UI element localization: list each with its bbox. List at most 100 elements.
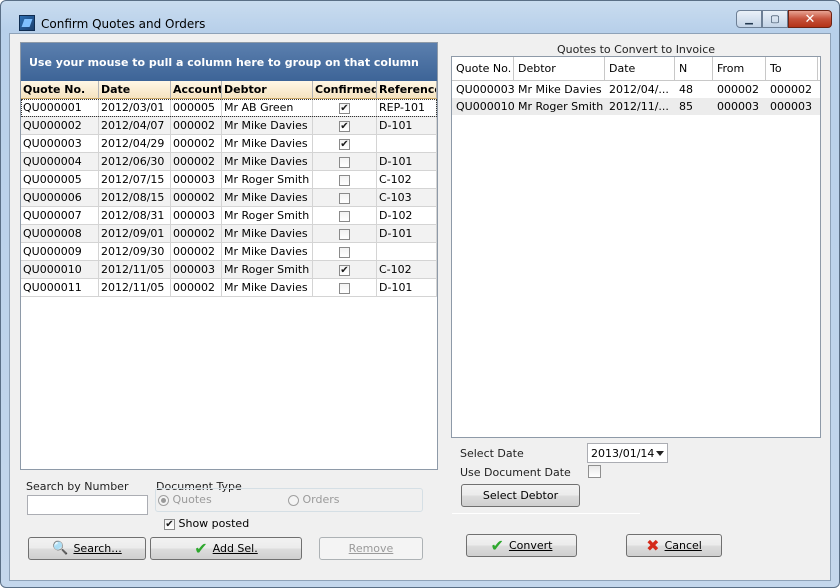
- maximize-button[interactable]: ▢: [762, 10, 788, 28]
- checkmark-icon: ✔: [194, 539, 208, 558]
- confirmed-checkbox[interactable]: [339, 210, 350, 222]
- confirmed-checkbox[interactable]: ✔: [339, 264, 350, 276]
- rcol-from[interactable]: From: [713, 57, 766, 80]
- list-item[interactable]: QU000010 Mr Roger Smith 2012/11/... 85 00000…: [452, 98, 820, 115]
- table-row[interactable]: QU000002 2012/04/07 000002 Mr Mike Davies ✔ D…: [21, 117, 437, 135]
- show-posted-checkbox[interactable]: ✔: [164, 518, 175, 530]
- option-quotes[interactable]: Quotes: [158, 493, 212, 506]
- table-row[interactable]: QU000006 2012/08/15 000002 Mr Mike Davies C-…: [21, 189, 437, 207]
- list-item[interactable]: QU000003 Mr Mike Davies 2012/04/... 48 00000…: [452, 81, 820, 98]
- cell-confirmed[interactable]: [313, 207, 377, 224]
- remove-button[interactable]: Remove: [319, 537, 423, 560]
- col-quote-no[interactable]: Quote No.: [21, 81, 99, 98]
- cell-quote-no: QU000001: [21, 99, 99, 116]
- confirmed-checkbox[interactable]: ✔: [339, 120, 350, 132]
- cell-account: 000002: [171, 153, 222, 170]
- table-row[interactable]: QU000011 2012/11/05 000002 Mr Mike Davies D-…: [21, 279, 437, 297]
- add-selected-button[interactable]: ✔ Add Sel.: [150, 537, 302, 560]
- cell-date: 2012/07/15: [99, 171, 171, 188]
- table-row[interactable]: QU000009 2012/09/30 000002 Mr Mike Davies: [21, 243, 437, 261]
- option-orders-label: Orders: [302, 493, 340, 506]
- rcol-to[interactable]: To: [766, 57, 818, 80]
- cell-confirmed[interactable]: [313, 189, 377, 206]
- table-row[interactable]: QU000004 2012/06/30 000002 Mr Mike Davies D-…: [21, 153, 437, 171]
- cell-confirmed[interactable]: [313, 153, 377, 170]
- confirmed-checkbox[interactable]: [339, 174, 350, 186]
- checkmark-icon: ✔: [490, 536, 504, 555]
- cell-reference: [377, 135, 437, 152]
- table-row[interactable]: QU000010 2012/11/05 000003 Mr Roger Smith ✔ C…: [21, 261, 437, 279]
- col-account[interactable]: Account: [171, 81, 222, 98]
- cross-icon: ✖: [646, 536, 660, 555]
- cell-account: 000002: [171, 243, 222, 260]
- confirmed-checkbox[interactable]: ✔: [339, 102, 350, 114]
- confirmed-checkbox[interactable]: [339, 282, 350, 294]
- cell-debtor: Mr Mike Davies: [222, 225, 313, 242]
- cell-confirmed[interactable]: ✔: [313, 117, 377, 134]
- show-posted-label: Show posted: [178, 517, 250, 530]
- rcell-debtor: Mr Roger Smith: [518, 100, 604, 113]
- close-button[interactable]: ✕: [788, 10, 832, 28]
- cell-date: 2012/08/15: [99, 189, 171, 206]
- rcol-quote-no[interactable]: Quote No.: [452, 57, 514, 80]
- minimize-button[interactable]: ▁: [736, 10, 762, 28]
- cell-confirmed[interactable]: [313, 225, 377, 242]
- cell-confirmed[interactable]: ✔: [313, 99, 377, 116]
- cell-reference: REP-101: [377, 99, 437, 116]
- use-document-date-checkbox[interactable]: [588, 465, 601, 478]
- cell-reference: D-102: [377, 207, 437, 224]
- cell-confirmed[interactable]: [313, 243, 377, 260]
- col-confirmed[interactable]: Confirmed: [313, 81, 377, 98]
- title-bar[interactable]: Confirm Quotes and Orders ▁ ▢ ✕: [1, 1, 839, 33]
- dropdown-arrow-icon[interactable]: [656, 451, 664, 456]
- cell-quote-no: QU000002: [21, 117, 99, 134]
- table-row[interactable]: QU000007 2012/08/31 000003 Mr Roger Smith D-…: [21, 207, 437, 225]
- remove-button-label: Remove: [348, 542, 394, 555]
- cell-quote-no: QU000011: [21, 279, 99, 296]
- select-debtor-button[interactable]: Select Debtor: [461, 484, 580, 507]
- rcell-from: 000002: [717, 83, 759, 96]
- confirmed-checkbox[interactable]: [339, 228, 350, 240]
- search-label: Search by Number: [26, 480, 129, 493]
- confirmed-checkbox[interactable]: [339, 246, 350, 258]
- search-input[interactable]: [27, 495, 148, 515]
- col-reference[interactable]: Reference: [377, 81, 437, 98]
- option-orders[interactable]: Orders: [288, 493, 340, 506]
- rcol-date[interactable]: Date: [605, 57, 675, 80]
- select-date-picker[interactable]: 2013/01/14: [587, 443, 668, 463]
- magnifier-icon: 🔍: [52, 541, 69, 556]
- table-row[interactable]: QU000003 2012/04/29 000002 Mr Mike Davies ✔: [21, 135, 437, 153]
- rcol-debtor[interactable]: Debtor: [514, 57, 605, 80]
- search-button-label: Search...: [73, 542, 122, 555]
- cell-debtor: Mr Roger Smith: [222, 207, 313, 224]
- table-row[interactable]: QU000001 2012/03/01 000005 Mr AB Green ✔ REP-…: [21, 99, 437, 117]
- confirmed-checkbox[interactable]: [339, 192, 350, 204]
- cell-confirmed[interactable]: [313, 279, 377, 296]
- group-by-banner[interactable]: Use your mouse to pull a column here to …: [21, 43, 437, 81]
- quotes-grid: Use your mouse to pull a column here to …: [20, 42, 438, 470]
- table-row[interactable]: QU000008 2012/09/01 000002 Mr Mike Davies D-…: [21, 225, 437, 243]
- radio-orders[interactable]: [288, 494, 299, 506]
- search-button[interactable]: 🔍 Search...: [28, 537, 146, 560]
- col-debtor[interactable]: Debtor: [222, 81, 313, 98]
- cell-debtor: Mr Mike Davies: [222, 279, 313, 296]
- radio-quotes[interactable]: [158, 494, 169, 506]
- show-posted[interactable]: ✔ Show posted: [164, 517, 249, 530]
- rcol-n[interactable]: N: [675, 57, 713, 80]
- cell-debtor: Mr AB Green: [222, 99, 313, 116]
- cell-date: 2012/09/30: [99, 243, 171, 260]
- confirmed-checkbox[interactable]: [339, 156, 350, 168]
- cancel-button[interactable]: ✖ Cancel: [626, 534, 722, 557]
- table-row[interactable]: QU000005 2012/07/15 000003 Mr Roger Smith C-…: [21, 171, 437, 189]
- rcell-quote-no: QU000003: [456, 83, 514, 96]
- cell-confirmed[interactable]: ✔: [313, 135, 377, 152]
- rcell-from: 000003: [717, 100, 759, 113]
- cell-quote-no: QU000003: [21, 135, 99, 152]
- cell-date: 2012/11/05: [99, 261, 171, 278]
- cell-confirmed[interactable]: ✔: [313, 261, 377, 278]
- cell-confirmed[interactable]: [313, 171, 377, 188]
- col-date[interactable]: Date: [99, 81, 171, 98]
- confirmed-checkbox[interactable]: ✔: [339, 138, 350, 150]
- cell-quote-no: QU000008: [21, 225, 99, 242]
- convert-button[interactable]: ✔ Convert: [466, 534, 577, 557]
